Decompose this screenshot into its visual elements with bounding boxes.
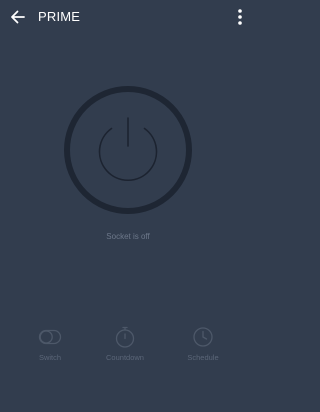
switch-label: Switch (38, 353, 62, 362)
arrow-left-icon (11, 10, 25, 24)
back-button[interactable] (8, 7, 28, 27)
switch-button[interactable]: Switch (20, 325, 80, 369)
top-bar: PRIME (0, 0, 256, 34)
schedule-button[interactable]: Schedule (173, 325, 233, 369)
schedule-icon (193, 327, 213, 347)
app-screen: PRIME Socket is off Switch Countdown Sch… (0, 0, 256, 412)
more-vertical-icon (238, 9, 242, 25)
power-icon (98, 117, 158, 181)
socket-status-text: Socket is off (106, 232, 150, 241)
more-options-button[interactable] (232, 7, 248, 27)
power-toggle-button[interactable] (62, 84, 194, 216)
countdown-button[interactable]: Countdown (95, 325, 155, 369)
power-ring (64, 86, 192, 214)
page-title: PRIME (38, 9, 81, 24)
switch-icon (38, 329, 62, 345)
countdown-label: Countdown (106, 353, 144, 362)
bottom-action-bar: Switch Countdown Schedule (0, 325, 256, 369)
schedule-label: Schedule (187, 353, 219, 362)
countdown-icon (115, 326, 135, 348)
